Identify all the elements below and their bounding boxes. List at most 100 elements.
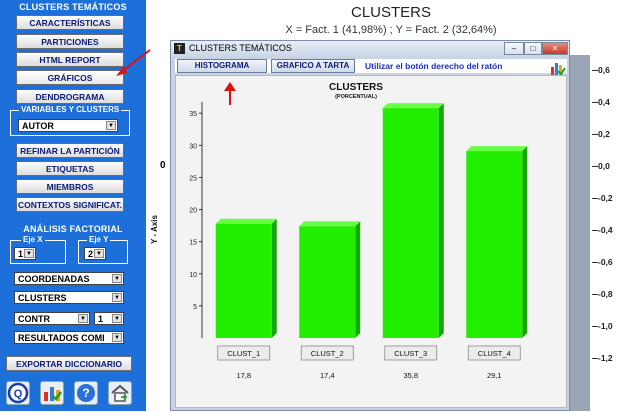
y-tick-label: -0,6 <box>598 257 613 267</box>
html-report-button[interactable]: HTML REPORT <box>16 52 124 67</box>
contr-num-select[interactable]: 1 ▼ <box>94 312 124 325</box>
y-tick-label: 0,6 <box>598 65 610 75</box>
y-tick-label: -1,0 <box>598 321 613 331</box>
y-tick-label: -0,4 <box>598 225 613 235</box>
dendrograma-button[interactable]: DENDROGRAMA <box>16 89 124 104</box>
home-button[interactable] <box>108 381 132 405</box>
contr-select[interactable]: CONTR ▼ <box>14 312 90 325</box>
minimize-button[interactable]: – <box>504 42 524 55</box>
etiquetas-button[interactable]: ETIQUETAS <box>16 161 124 176</box>
category-label: CLUST_4 <box>478 349 511 358</box>
maximize-button[interactable]: □ <box>524 42 542 55</box>
y-tick-label: 0,2 <box>598 129 610 139</box>
plot-subtitle: X = Fact. 1 (41,98%) ; Y = Fact. 2 (32,6… <box>285 24 497 36</box>
tab-histograma[interactable]: HISTOGRAMA <box>177 59 267 73</box>
y-axis-label: Y - Axis <box>149 215 159 244</box>
home-icon <box>111 384 129 402</box>
miembros-button[interactable]: MIEMBROS <box>16 179 124 194</box>
bar <box>299 226 356 338</box>
particiones-button[interactable]: PARTICIONES <box>16 34 124 49</box>
window-titlebar[interactable]: T CLUSTERS TEMÁTICOS – □ ✕ <box>171 41 569 57</box>
chevron-down-icon: ▼ <box>112 333 122 342</box>
value-label: 35,8 <box>403 371 418 380</box>
chevron-down-icon: ▼ <box>112 293 122 302</box>
window-chart-icon[interactable] <box>550 60 566 76</box>
bar <box>382 108 439 338</box>
plot-title: CLUSTERS <box>350 4 432 21</box>
chevron-down-icon: ▼ <box>106 121 116 130</box>
chevron-down-icon: ▼ <box>112 274 122 283</box>
chart-y-tick-label: 5 <box>193 304 197 311</box>
autor-select[interactable]: AUTOR ▼ <box>18 119 118 132</box>
chevron-down-icon: ▼ <box>24 249 34 258</box>
caracteristicas-button[interactable]: CARACTERÍSTICAS <box>16 15 124 30</box>
exportar-diccionario-button[interactable]: EXPORTAR DICCIONARIO <box>6 356 132 371</box>
chart-subtitle: (PORCENTUAL) <box>335 94 377 100</box>
coordenadas-value: COORDENADAS <box>18 274 90 284</box>
section-title-factorial: ANÁLISIS FACTORIAL <box>23 224 123 234</box>
y-tick-label: -0,2 <box>598 193 613 203</box>
bar-side <box>271 218 277 338</box>
eje-x-select[interactable]: 1 ▼ <box>14 247 36 260</box>
bar-side <box>438 103 444 338</box>
help-q-icon: Q <box>7 382 29 404</box>
x-zero-label: 0 <box>160 160 166 171</box>
bar-side <box>522 146 528 338</box>
plot-scrollbar[interactable] <box>568 55 590 411</box>
y-tick-label: -1,2 <box>598 353 613 363</box>
chart-y-tick-label: 30 <box>189 143 197 150</box>
y-tick-label: -0,8 <box>598 289 613 299</box>
contr-value: CONTR <box>18 314 50 324</box>
bar-top <box>215 218 277 224</box>
svg-text:Q: Q <box>14 388 23 400</box>
resultados-value: RESULTADOS COMI <box>18 333 105 343</box>
category-label: CLUST_2 <box>311 349 344 358</box>
chart-button[interactable] <box>40 381 64 405</box>
bar-top <box>466 146 528 152</box>
eje-y-value: 2 <box>88 249 94 259</box>
variables-legend: VARIABLES Y CLUSTERS <box>19 105 122 114</box>
question-icon: ? <box>77 384 95 402</box>
contr-num-value: 1 <box>98 314 104 324</box>
eje-x-label: Eje X <box>21 235 45 244</box>
bar-top <box>382 103 444 109</box>
chevron-down-icon: ▼ <box>112 314 122 323</box>
chart-icon <box>44 387 63 401</box>
value-label: 17,4 <box>320 371 335 380</box>
question-button[interactable]: ? <box>74 381 98 405</box>
resultados-select[interactable]: RESULTADOS COMI ▼ <box>14 331 124 344</box>
window-title: CLUSTERS TEMÁTICOS <box>189 43 292 53</box>
value-label: 17,8 <box>236 371 251 380</box>
right-click-hint: Utilizar el botón derecho del ratón <box>365 61 503 71</box>
section-title-clusters: CLUSTERS TEMÁTICOS <box>19 2 127 12</box>
red-arrow-icon <box>116 49 151 76</box>
eje-y-select[interactable]: 2 ▼ <box>84 247 106 260</box>
chevron-down-icon: ▼ <box>78 314 88 323</box>
contextos-button[interactable]: CONTEXTOS SIGNIFICAT. <box>16 197 124 212</box>
chart-y-tick-label: 25 <box>189 175 197 182</box>
clusters-select[interactable]: CLUSTERS ▼ <box>14 291 124 304</box>
histogram-chart-area: CLUSTERS (PORCENTUAL) 5 10 15 20 25 30 35 CLUST_1… <box>175 75 567 408</box>
refinar-particion-button[interactable]: REFINAR LA PARTICIÓN <box>16 143 124 158</box>
category-label: CLUST_3 <box>394 349 427 358</box>
y-tick-label: 0,0 <box>598 161 610 171</box>
category-label: CLUST_1 <box>227 349 260 358</box>
tab-grafico-tarta[interactable]: GRAFICO A TARTA <box>271 59 355 73</box>
chevron-down-icon: ▼ <box>94 249 104 258</box>
chart-y-tick-label: 35 <box>189 111 197 118</box>
coordenadas-select[interactable]: COORDENADAS ▼ <box>14 272 124 285</box>
graficos-button[interactable]: GRÁFICOS <box>16 70 124 85</box>
eje-y-label: Eje Y <box>87 235 111 244</box>
value-label: 29,1 <box>487 371 502 380</box>
chart-y-tick-label: 20 <box>189 208 197 215</box>
y-tick-label: 0,4 <box>598 97 610 107</box>
help-q-button[interactable]: Q <box>6 381 30 405</box>
red-arrow-up-icon <box>224 82 236 105</box>
tab-bar: HISTOGRAMA GRAFICO A TARTA Utilizar el b… <box>175 59 567 73</box>
bar-top <box>299 221 361 227</box>
close-button[interactable]: ✕ <box>542 42 568 55</box>
bar-side <box>355 221 361 338</box>
app-icon: T <box>174 43 185 54</box>
svg-text:?: ? <box>82 386 89 400</box>
autor-select-value: AUTOR <box>22 121 54 131</box>
